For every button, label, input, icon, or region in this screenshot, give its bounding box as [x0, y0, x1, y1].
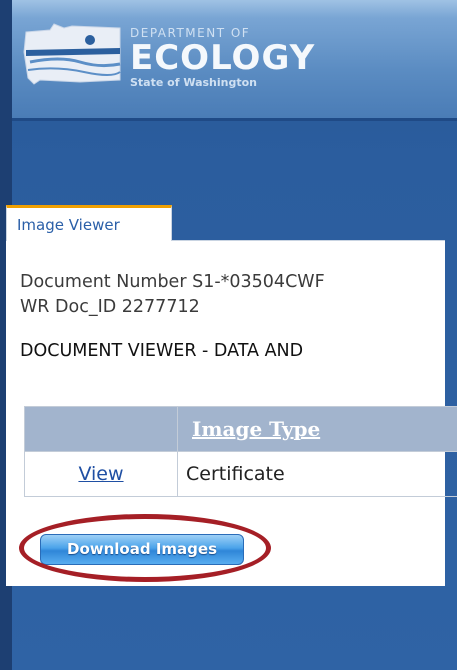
view-link[interactable]: View	[78, 463, 123, 485]
table-row: View Certificate	[24, 451, 457, 497]
column-header-image-type[interactable]: Image Type	[177, 406, 457, 452]
agency-logo-text: DEPARTMENT OF ECOLOGY State of Washingto…	[130, 26, 315, 89]
image-type-header-label: Image Type	[192, 417, 321, 441]
logo-agency: ECOLOGY	[130, 38, 316, 78]
tab-label: Image Viewer	[17, 216, 120, 234]
banner-divider	[12, 118, 457, 121]
header-empty-cell	[24, 406, 178, 452]
table-header-row: Image Type	[24, 406, 457, 452]
header-banner: DEPARTMENT OF ECOLOGY State of Washingto…	[12, 0, 457, 118]
tab-image-viewer[interactable]: Image Viewer	[6, 205, 172, 241]
view-cell: View	[24, 451, 178, 497]
image-type-cell: Certificate	[177, 451, 457, 497]
document-number: Document Number S1-*03504CWF	[20, 272, 325, 292]
image-table: Image Type View Certificate	[24, 406, 457, 497]
doc-id: WR Doc_ID 2277712	[20, 297, 200, 317]
viewer-title: DOCUMENT VIEWER - DATA AND	[20, 341, 304, 361]
washington-state-map-icon	[23, 23, 121, 85]
annotation-circle	[19, 514, 271, 582]
